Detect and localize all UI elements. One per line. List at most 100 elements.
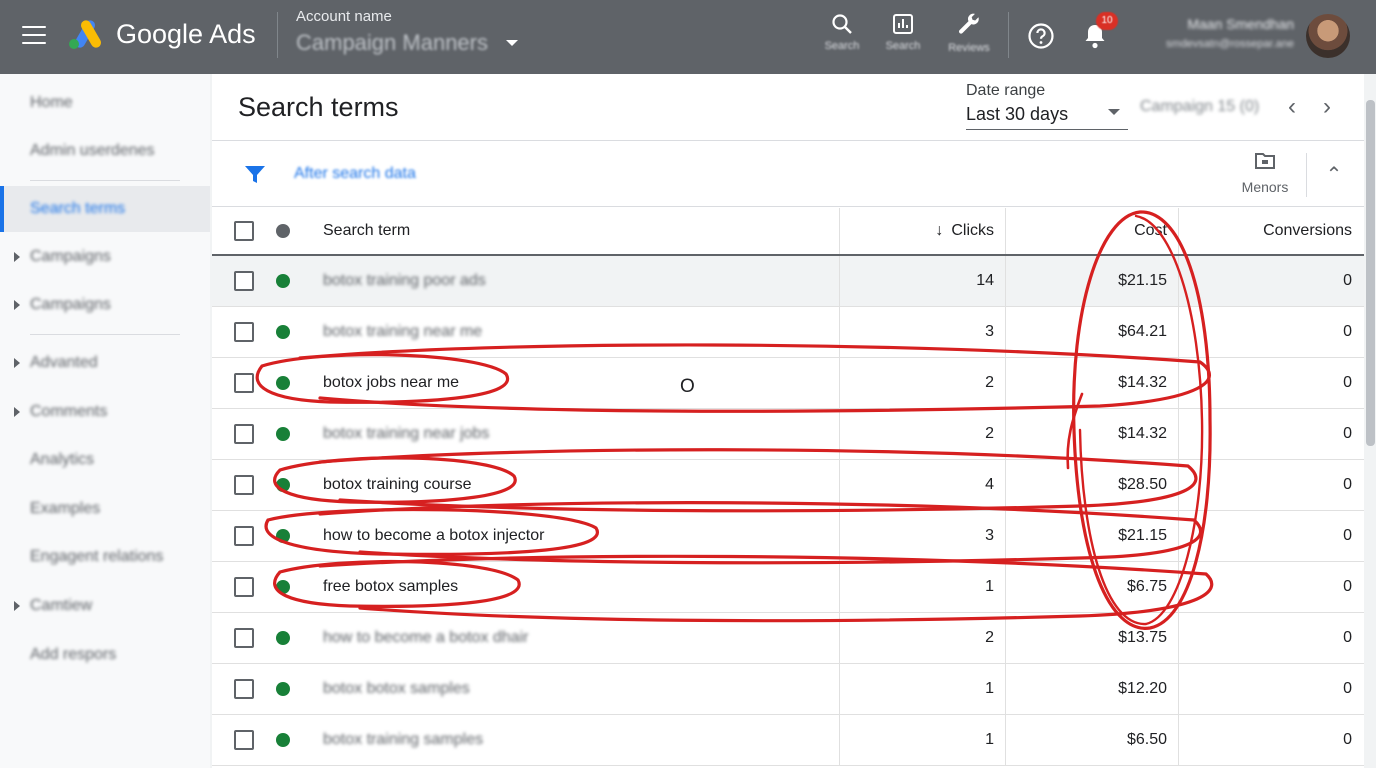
search-tool-button[interactable]: Search (814, 12, 870, 62)
table-row[interactable]: how to become a botox dhair 2 $13.75 0 (212, 613, 1364, 664)
cost-value: $12.20 (1118, 680, 1167, 697)
divider (1008, 12, 1009, 58)
main-panel: Search terms Date range Last 30 days Cam… (212, 74, 1364, 768)
expand-arrow-icon (14, 252, 20, 262)
table-row[interactable]: how to become a botox injector 3 $21.15 0 (212, 511, 1364, 562)
sidebar-item-add-reports[interactable]: Add respors (0, 632, 210, 678)
clicks-value: 2 (985, 425, 994, 442)
table-body: botox training poor ads 14 $21.15 0 botox tr… (212, 256, 1364, 766)
scrollbar[interactable] (1366, 100, 1375, 446)
date-range-select[interactable]: Last 30 days (966, 104, 1068, 125)
sidebar-item-label: Engagent relations (30, 548, 164, 565)
column-header-search-term[interactable]: Search term (310, 208, 838, 254)
clicks-value: 2 (985, 629, 994, 646)
sidebar-item-engagement[interactable]: Engagent relations (0, 534, 210, 580)
search-terms-table: Search term ↓ Clicks Cost Conversions bot… (212, 208, 1364, 766)
expand-arrow-icon (14, 601, 20, 611)
table-row[interactable]: botox training samples 1 $6.50 0 (212, 715, 1364, 766)
table-row[interactable]: botox training near jobs 2 $14.32 0 (212, 409, 1364, 460)
sidebar-item-home[interactable]: Home (0, 80, 210, 126)
conversions-value: 0 (1343, 578, 1352, 595)
row-checkbox[interactable] (234, 577, 254, 597)
clicks-value: 3 (985, 323, 994, 340)
account-dropdown-icon[interactable] (506, 40, 518, 46)
status-enabled-icon (276, 529, 290, 543)
table-row[interactable]: botox jobs near me 2 $14.32 0 (212, 358, 1364, 409)
cost-value: $13.75 (1118, 629, 1167, 646)
sidebar-item-analytics[interactable]: Analytics (0, 437, 210, 483)
sidebar-item-campaigns-2[interactable]: Campaigns (0, 282, 210, 328)
chevron-right-icon[interactable]: › (1313, 94, 1341, 122)
account-name[interactable]: Campaign Manners (296, 30, 488, 56)
search-tool-label: Search (824, 40, 860, 52)
expand-arrow-icon (14, 300, 20, 310)
column-header-clicks[interactable]: ↓ Clicks (839, 208, 1005, 254)
row-checkbox[interactable] (234, 373, 254, 393)
chevron-up-icon[interactable]: ⌃ (1320, 161, 1348, 189)
sidebar-item-label: Campaigns (30, 248, 111, 265)
add-filter-link[interactable]: After search data (294, 165, 416, 183)
row-checkbox[interactable] (234, 526, 254, 546)
clicks-value: 1 (985, 578, 994, 595)
row-checkbox[interactable] (234, 322, 254, 342)
avatar[interactable] (1306, 14, 1350, 58)
sidebar-item-label: Add respors (30, 646, 117, 663)
status-enabled-icon (276, 682, 290, 696)
menu-icon[interactable] (22, 26, 46, 44)
table-row[interactable]: free botox samples 1 $6.75 0 (212, 562, 1364, 613)
search-term-text: botox training course (323, 476, 472, 493)
select-all-checkbox[interactable] (234, 221, 254, 241)
nav-divider (30, 334, 180, 335)
help-icon[interactable] (1027, 22, 1055, 50)
clicks-value: 1 (985, 731, 994, 748)
chevron-left-icon[interactable]: ‹ (1278, 94, 1306, 122)
cost-value: $28.50 (1118, 476, 1167, 493)
table-row[interactable]: botox training poor ads 14 $21.15 0 (212, 256, 1364, 307)
top-app-bar: Google Ads Account name Campaign Manners… (0, 0, 1376, 74)
sidebar-item-admin[interactable]: Admin userdenes (0, 128, 210, 174)
filter-icon[interactable] (244, 165, 266, 185)
expand-arrow-icon (14, 407, 20, 417)
row-checkbox[interactable] (234, 730, 254, 750)
tools-button[interactable]: Reviews (941, 12, 997, 62)
campaign-picker[interactable]: Campaign 15 (0) (1140, 98, 1259, 116)
table-row[interactable]: botox training course 4 $28.50 0 (212, 460, 1364, 511)
column-header-conversions[interactable]: Conversions (1178, 208, 1356, 254)
cost-value: $6.75 (1126, 578, 1167, 595)
row-checkbox[interactable] (234, 271, 254, 291)
search-term-text: botox training near jobs (323, 425, 490, 442)
sidebar-item-label: Advanted (30, 354, 98, 371)
columns-button[interactable]: Menors (1230, 151, 1300, 201)
sidebar-item-label: Home (30, 94, 73, 111)
column-header-cost[interactable]: Cost (1005, 208, 1178, 254)
sidebar-item-search-terms[interactable]: Search terms (0, 186, 210, 232)
status-enabled-icon (276, 580, 290, 594)
reports-tool-button[interactable]: Search (875, 12, 931, 62)
user-name: Maan Smendhan (1187, 16, 1294, 32)
sidebar-item-camtiew[interactable]: Camtiew (0, 583, 210, 629)
sidebar-item-examples[interactable]: Examples (0, 486, 210, 532)
clicks-value: 4 (985, 476, 994, 493)
row-checkbox[interactable] (234, 679, 254, 699)
cost-value: $14.32 (1118, 425, 1167, 442)
search-term-text: how to become a botox dhair (323, 629, 529, 646)
clicks-value: 2 (985, 374, 994, 391)
row-checkbox[interactable] (234, 424, 254, 444)
status-enabled-icon (276, 274, 290, 288)
status-enabled-icon (276, 427, 290, 441)
divider (1306, 153, 1307, 197)
search-term-text: botox training samples (323, 731, 484, 748)
sidebar-item-label: Analytics (30, 451, 95, 468)
google-ads-logo-icon[interactable] (66, 17, 104, 51)
row-checkbox[interactable] (234, 475, 254, 495)
sidebar-item-comments[interactable]: Comments (0, 389, 210, 435)
sidebar-item-label: Admin userdenes (30, 142, 155, 159)
sidebar-item-campaigns[interactable]: Campaigns (0, 234, 210, 280)
cost-value: $21.15 (1118, 272, 1167, 289)
table-row[interactable]: botox training near me 3 $64.21 0 (212, 307, 1364, 358)
conversions-value: 0 (1343, 323, 1352, 340)
row-checkbox[interactable] (234, 628, 254, 648)
sidebar-item-advanced[interactable]: Advanted (0, 340, 210, 386)
table-row[interactable]: botox botox samples 1 $12.20 0 (212, 664, 1364, 715)
chevron-down-icon[interactable] (1108, 109, 1120, 115)
